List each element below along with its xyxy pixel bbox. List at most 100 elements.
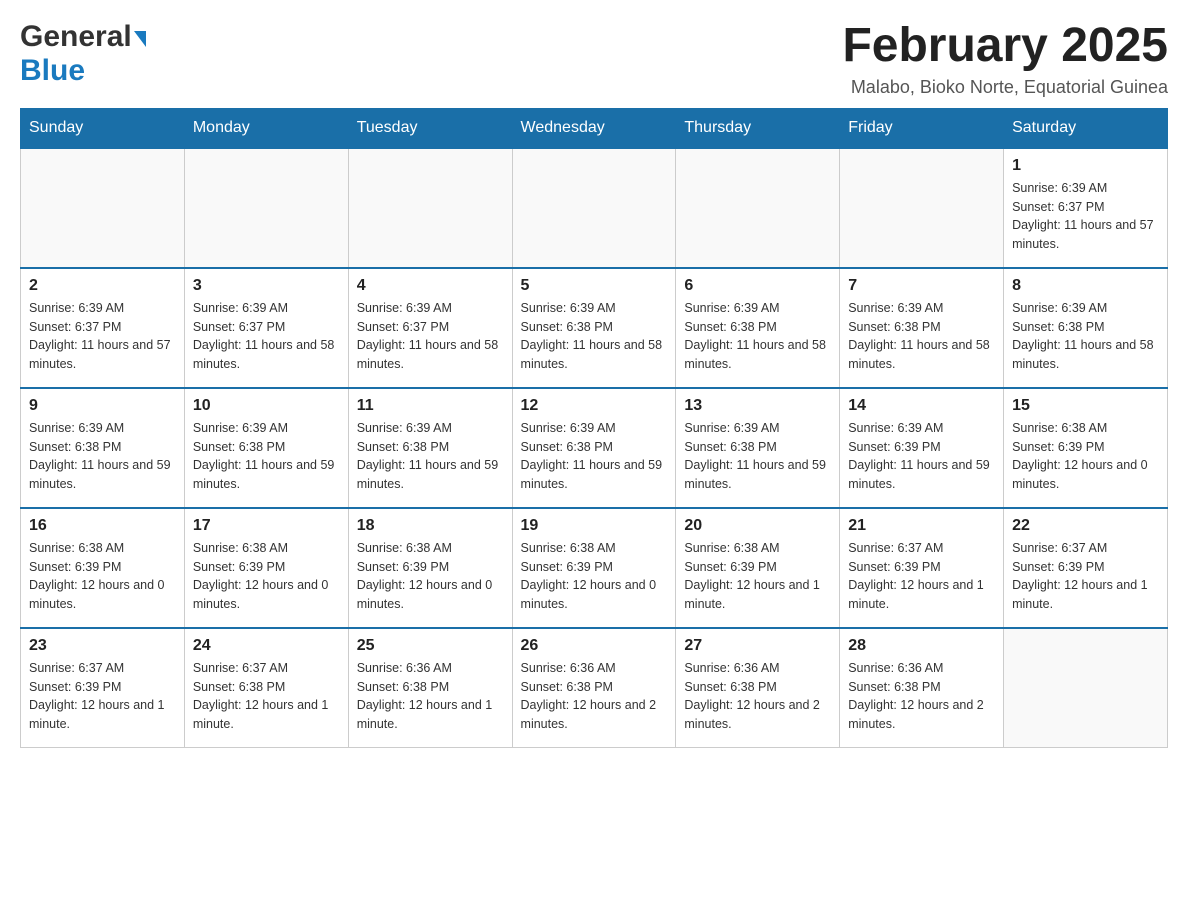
calendar-day: 23Sunrise: 6:37 AMSunset: 6:39 PMDayligh… [21,628,185,748]
calendar-day: 16 Sunrise: 6:38 AMSunset: 6:39 PMDayligh… [21,508,185,628]
day-info: Sunrise: 6:36 AMSunset: 6:38 PMDaylight:… [357,659,504,734]
calendar-day [21,148,185,268]
day-info: Sunrise: 6:39 AMSunset: 6:38 PMDaylight:… [357,419,504,494]
calendar-day: 6 Sunrise: 6:39 AMSunset: 6:38 PMDaylight… [676,268,840,388]
calendar-week-row: 2Sunrise: 6:39 AMSunset: 6:37 PMDaylight… [21,268,1168,388]
calendar-header-thursday: Thursday [676,108,840,148]
calendar-day: 28 Sunrise: 6:36 AMSunset: 6:38 PMDayligh… [840,628,1004,748]
calendar-day [840,148,1004,268]
day-number: 1 [1012,157,1159,175]
day-info: Sunrise: 6:39 AMSunset: 6:38 PMDaylight:… [684,419,831,494]
day-number: 24 [193,637,340,655]
calendar-day: 7 Sunrise: 6:39 AMSunset: 6:38 PMDaylight… [840,268,1004,388]
day-number: 7 [848,277,995,295]
calendar-day [184,148,348,268]
day-info: Sunrise: 6:37 AMSunset: 6:39 PMDaylight:… [848,539,995,614]
day-info: Sunrise: 6:39 AMSunset: 6:39 PMDaylight:… [848,419,995,494]
day-number: 28 [848,637,995,655]
location-title: Malabo, Bioko Norte, Equatorial Guinea [842,77,1168,98]
calendar-header-row: SundayMondayTuesdayWednesdayThursdayFrid… [21,108,1168,148]
calendar-week-row: 1Sunrise: 6:39 AMSunset: 6:37 PMDaylight… [21,148,1168,268]
calendar-header-sunday: Sunday [21,108,185,148]
calendar-week-row: 23Sunrise: 6:37 AMSunset: 6:39 PMDayligh… [21,628,1168,748]
calendar-day: 18 Sunrise: 6:38 AMSunset: 6:39 PMDayligh… [348,508,512,628]
calendar-day: 3 Sunrise: 6:39 AMSunset: 6:37 PMDaylight… [184,268,348,388]
calendar-day: 24 Sunrise: 6:37 AMSunset: 6:38 PMDayligh… [184,628,348,748]
day-info: Sunrise: 6:39 AMSunset: 6:37 PMDaylight:… [357,299,504,374]
day-info: Sunrise: 6:37 AMSunset: 6:39 PMDaylight:… [29,659,176,734]
day-number: 15 [1012,397,1159,415]
calendar-day: 10Sunrise: 6:39 AMSunset: 6:38 PMDayligh… [184,388,348,508]
day-info: Sunrise: 6:39 AMSunset: 6:38 PMDaylight:… [848,299,995,374]
day-number: 22 [1012,517,1159,535]
logo-blue-text: Blue [20,54,85,87]
day-number: 19 [521,517,668,535]
calendar-header-tuesday: Tuesday [348,108,512,148]
calendar-day: 19 Sunrise: 6:38 AMSunset: 6:39 PMDayligh… [512,508,676,628]
calendar-day: 25 Sunrise: 6:36 AMSunset: 6:38 PMDayligh… [348,628,512,748]
calendar-day: 20Sunrise: 6:38 AMSunset: 6:39 PMDayligh… [676,508,840,628]
day-info: Sunrise: 6:37 AMSunset: 6:39 PMDaylight:… [1012,539,1159,614]
day-info: Sunrise: 6:39 AMSunset: 6:38 PMDaylight:… [1012,299,1159,374]
day-number: 9 [29,397,176,415]
day-number: 18 [357,517,504,535]
day-info: Sunrise: 6:39 AMSunset: 6:37 PMDaylight:… [193,299,340,374]
calendar-day: 13 Sunrise: 6:39 AMSunset: 6:38 PMDayligh… [676,388,840,508]
day-info: Sunrise: 6:39 AMSunset: 6:38 PMDaylight:… [684,299,831,374]
day-number: 4 [357,277,504,295]
calendar-header-friday: Friday [840,108,1004,148]
day-number: 21 [848,517,995,535]
day-number: 6 [684,277,831,295]
day-info: Sunrise: 6:39 AMSunset: 6:38 PMDaylight:… [521,419,668,494]
day-number: 11 [357,397,504,415]
calendar-day: 11 Sunrise: 6:39 AMSunset: 6:38 PMDayligh… [348,388,512,508]
page-header: General Blue February 2025 Malabo, Bioko… [20,20,1168,98]
calendar-header-monday: Monday [184,108,348,148]
day-info: Sunrise: 6:39 AMSunset: 6:38 PMDaylight:… [521,299,668,374]
calendar-week-row: 9 Sunrise: 6:39 AMSunset: 6:38 PMDaylight… [21,388,1168,508]
day-info: Sunrise: 6:39 AMSunset: 6:37 PMDaylight:… [29,299,176,374]
logo-arrow-icon [134,31,146,47]
calendar-day: 22 Sunrise: 6:37 AMSunset: 6:39 PMDayligh… [1004,508,1168,628]
logo: General Blue [20,20,146,88]
month-title: February 2025 [842,20,1168,73]
day-info: Sunrise: 6:36 AMSunset: 6:38 PMDaylight:… [521,659,668,734]
day-info: Sunrise: 6:38 AMSunset: 6:39 PMDaylight:… [193,539,340,614]
calendar-header-saturday: Saturday [1004,108,1168,148]
calendar-day: 2Sunrise: 6:39 AMSunset: 6:37 PMDaylight… [21,268,185,388]
calendar-day: 4 Sunrise: 6:39 AMSunset: 6:37 PMDaylight… [348,268,512,388]
calendar-day [676,148,840,268]
calendar-day [1004,628,1168,748]
day-number: 27 [684,637,831,655]
calendar-day: 21 Sunrise: 6:37 AMSunset: 6:39 PMDayligh… [840,508,1004,628]
day-info: Sunrise: 6:38 AMSunset: 6:39 PMDaylight:… [357,539,504,614]
calendar-day [348,148,512,268]
calendar-table: SundayMondayTuesdayWednesdayThursdayFrid… [20,108,1168,749]
day-number: 16 [29,517,176,535]
day-number: 8 [1012,277,1159,295]
calendar-day: 15 Sunrise: 6:38 AMSunset: 6:39 PMDayligh… [1004,388,1168,508]
day-info: Sunrise: 6:38 AMSunset: 6:39 PMDaylight:… [684,539,831,614]
day-info: Sunrise: 6:38 AMSunset: 6:39 PMDaylight:… [521,539,668,614]
calendar-day: 9 Sunrise: 6:39 AMSunset: 6:38 PMDaylight… [21,388,185,508]
calendar-day: 12Sunrise: 6:39 AMSunset: 6:38 PMDayligh… [512,388,676,508]
day-info: Sunrise: 6:36 AMSunset: 6:38 PMDaylight:… [684,659,831,734]
calendar-day: 17 Sunrise: 6:38 AMSunset: 6:39 PMDayligh… [184,508,348,628]
day-info: Sunrise: 6:38 AMSunset: 6:39 PMDaylight:… [29,539,176,614]
day-info: Sunrise: 6:37 AMSunset: 6:38 PMDaylight:… [193,659,340,734]
calendar-day: 1Sunrise: 6:39 AMSunset: 6:37 PMDaylight… [1004,148,1168,268]
day-number: 26 [521,637,668,655]
day-number: 14 [848,397,995,415]
day-info: Sunrise: 6:39 AMSunset: 6:38 PMDaylight:… [29,419,176,494]
calendar-header-wednesday: Wednesday [512,108,676,148]
day-number: 25 [357,637,504,655]
day-number: 17 [193,517,340,535]
calendar-day: 14 Sunrise: 6:39 AMSunset: 6:39 PMDayligh… [840,388,1004,508]
day-info: Sunrise: 6:36 AMSunset: 6:38 PMDaylight:… [848,659,995,734]
day-number: 13 [684,397,831,415]
day-number: 3 [193,277,340,295]
day-info: Sunrise: 6:38 AMSunset: 6:39 PMDaylight:… [1012,419,1159,494]
calendar-day: 27 Sunrise: 6:36 AMSunset: 6:38 PMDayligh… [676,628,840,748]
calendar-week-row: 16 Sunrise: 6:38 AMSunset: 6:39 PMDayligh… [21,508,1168,628]
day-info: Sunrise: 6:39 AMSunset: 6:38 PMDaylight:… [193,419,340,494]
